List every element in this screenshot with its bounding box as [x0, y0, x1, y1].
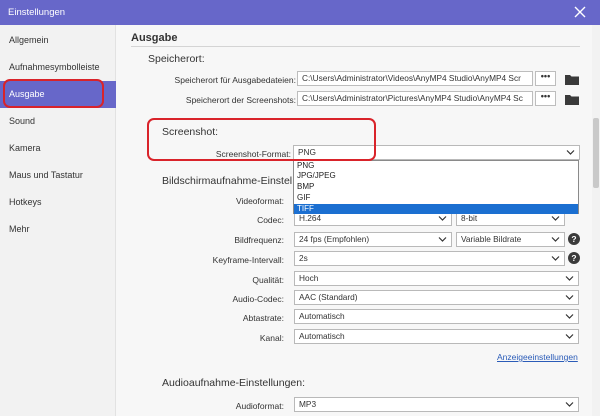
sidebar-item-maus-und-tastatur[interactable]: Maus und Tastatur — [0, 162, 116, 189]
bit-depth-value: 8-bit — [461, 213, 478, 223]
audio-recording-settings-title: Audioaufnahme-Einstellungen: — [162, 377, 306, 389]
chevron-down-icon — [565, 295, 574, 300]
bitrate-mode-select[interactable]: Variable Bildrate — [456, 232, 565, 247]
sample-rate-label: Abtastrate: — [242, 313, 284, 323]
audio-codec-value: AAC (Standard) — [299, 292, 358, 302]
window-title: Einstellungen — [8, 7, 66, 18]
format-option-png[interactable]: PNG — [294, 161, 578, 171]
video-recording-settings-title: Bildschirmaufnahme-Einstel — [162, 175, 293, 187]
section-title: Ausgabe — [131, 32, 178, 44]
keyframe-interval-value: 2s — [299, 253, 308, 263]
channel-label: Kanal: — [259, 333, 284, 343]
screenshot-format-dropdown: PNG JPG/JPEG BMP GIF TIFF — [293, 160, 579, 214]
output-browse-button[interactable]: ••• — [535, 71, 556, 86]
audio-format-label: Audioformat: — [235, 401, 284, 411]
display-settings-link[interactable]: Anzeigeeinstellungen — [497, 352, 578, 362]
scrollbar-track[interactable] — [592, 25, 600, 416]
codec-value: H.264 — [299, 213, 322, 223]
help-icon[interactable]: ? — [568, 233, 580, 245]
chevron-down-icon — [566, 150, 575, 155]
more-dots-icon: ••• — [540, 91, 551, 101]
highlight-ausgabe — [3, 79, 104, 108]
section-divider — [131, 46, 580, 47]
channel-select[interactable]: Automatisch — [294, 329, 579, 344]
screenshot-browse-button[interactable]: ••• — [535, 91, 556, 106]
framerate-select[interactable]: 24 fps (Empfohlen) — [294, 232, 452, 247]
audio-codec-label: Audio-Codec: — [232, 294, 284, 304]
more-dots-icon: ••• — [540, 71, 551, 81]
chevron-down-icon — [565, 314, 574, 319]
audio-format-select[interactable]: MP3 — [294, 397, 579, 412]
audio-format-value: MP3 — [299, 399, 317, 409]
chevron-down-icon — [438, 216, 447, 221]
framerate-value: 24 fps (Empfohlen) — [299, 234, 370, 244]
sidebar-item-aufnahmesymbolleiste[interactable]: Aufnahmesymbolleiste — [0, 54, 116, 81]
chevron-down-icon — [565, 276, 574, 281]
quality-select[interactable]: Hoch — [294, 271, 579, 286]
keyframe-interval-label: Keyframe-Intervall: — [212, 255, 284, 265]
quality-value: Hoch — [299, 273, 319, 283]
title-bar: Einstellungen — [0, 0, 600, 25]
format-option-bmp[interactable]: BMP — [294, 182, 578, 192]
format-option-jpg[interactable]: JPG/JPEG — [294, 171, 578, 181]
format-option-gif[interactable]: GIF — [294, 193, 578, 203]
screenshot-location-label: Speicherort der Screenshots: — [185, 95, 296, 105]
keyframe-interval-select[interactable]: 2s — [294, 251, 565, 266]
folder-icon[interactable] — [564, 92, 580, 106]
close-icon[interactable] — [572, 4, 588, 20]
settings-panel: Ausgabe Speicherort: Speicherort für Aus… — [116, 25, 600, 416]
chevron-down-icon — [565, 334, 574, 339]
channel-value: Automatisch — [299, 331, 345, 341]
sidebar-item-sound[interactable]: Sound — [0, 108, 116, 135]
chevron-down-icon — [551, 216, 560, 221]
storage-location-title: Speicherort: — [148, 53, 205, 65]
sample-rate-value: Automatisch — [299, 311, 345, 321]
chevron-down-icon — [551, 256, 560, 261]
chevron-down-icon — [551, 237, 560, 242]
chevron-down-icon — [438, 237, 447, 242]
sample-rate-select[interactable]: Automatisch — [294, 309, 579, 324]
sidebar-item-hotkeys[interactable]: Hotkeys — [0, 189, 116, 216]
sidebar-item-allgemein[interactable]: Allgemein — [0, 27, 116, 54]
output-location-path[interactable]: C:\Users\Administrator\Videos\AnyMP4 Stu… — [297, 71, 533, 86]
help-icon[interactable]: ? — [568, 252, 580, 264]
folder-icon[interactable] — [564, 72, 580, 86]
sidebar-item-mehr[interactable]: Mehr — [0, 216, 116, 243]
quality-label: Qualität: — [252, 275, 284, 285]
codec-label: Codec: — [257, 215, 284, 225]
highlight-screenshot — [147, 118, 376, 161]
format-option-tiff[interactable]: TIFF — [294, 204, 578, 214]
framerate-label: Bildfrequenz: — [234, 235, 284, 245]
screenshot-location-path[interactable]: C:\Users\Administrator\Pictures\AnyMP4 S… — [297, 91, 533, 106]
output-location-label: Speicherort für Ausgabedateien: — [174, 75, 296, 85]
video-format-label: Videoformat: — [235, 196, 284, 206]
bitrate-mode-value: Variable Bildrate — [461, 234, 522, 244]
audio-codec-select[interactable]: AAC (Standard) — [294, 290, 579, 305]
chevron-down-icon — [565, 402, 574, 407]
scrollbar-thumb[interactable] — [593, 118, 599, 188]
sidebar-item-kamera[interactable]: Kamera — [0, 135, 116, 162]
